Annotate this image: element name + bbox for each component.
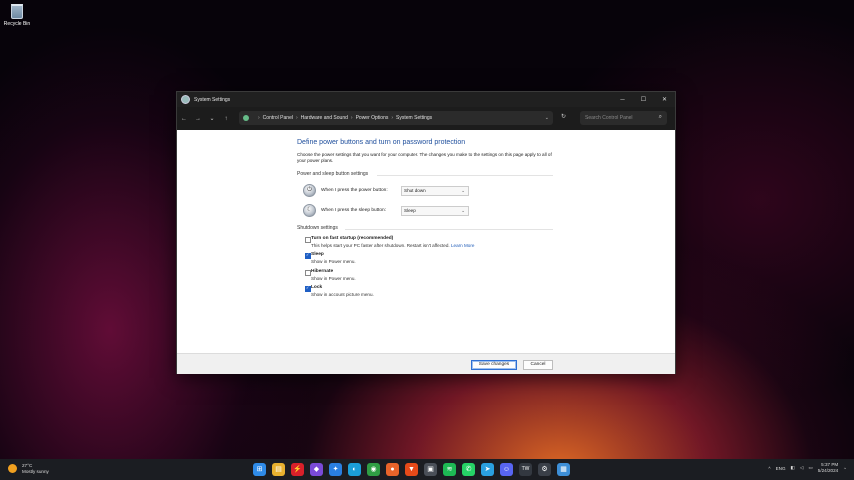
page-description: Choose the power settings that you want … [297, 152, 552, 164]
tray-overflow-icon[interactable]: ^ [768, 466, 770, 471]
system-tray: ^ ENG ◧ ◁ ▭ 5:37 PM 5/24/2024 ◔ [768, 462, 846, 474]
shutdown-section-title: Shutdown settings [297, 225, 338, 231]
firefox-icon[interactable]: ● [386, 463, 399, 476]
power-button-value: Shut down [404, 187, 426, 193]
breadcrumb-separator: › [350, 115, 353, 121]
recycle-bin-label: Recycle Bin [3, 21, 31, 27]
fast-startup-label: Turn on fast startup (recommended) [311, 236, 394, 241]
clock-date: 5/24/2024 [817, 468, 839, 473]
sleep-button-label: When I press the sleep button: [321, 208, 387, 213]
taskbar: 27°C Mostly sunny ⊞ ▤ ⚡ ◆ ✦ ◐ ◉ ● ▼ ▣ ≋ ✆ ➤ ☺ TW ⚙ ▦ ^ E… [0, 459, 854, 480]
system-settings-window: System Settings ─ ☐ ✕ ← → ⌄ ↑ › Control … [176, 91, 676, 374]
start-icon[interactable]: ⊞ [253, 463, 266, 476]
sleep-button-value: Sleep [404, 207, 416, 213]
telegram-icon[interactable]: ➤ [481, 463, 494, 476]
search-icon: ⌕ [658, 114, 662, 120]
hibernate-label: Hibernate [311, 269, 334, 274]
divider [377, 175, 553, 176]
taskbar-apps: ⊞ ▤ ⚡ ◆ ✦ ◐ ◉ ● ▼ ▣ ≋ ✆ ➤ ☺ TW ⚙ ▦ [253, 463, 570, 476]
shutdown-section: Shutdown settings [297, 225, 553, 231]
content-area: Define power buttons and turn on passwor… [177, 130, 675, 353]
breadcrumb-power-options[interactable]: Power Options [356, 115, 389, 121]
sleep-label: Sleep [311, 252, 324, 257]
recycle-bin[interactable]: Recycle Bin [2, 4, 32, 27]
search-placeholder: Search Control Panel [585, 115, 633, 121]
app-tw-icon[interactable]: TW [519, 463, 532, 476]
sleep-button-row: ☾ When I press the sleep button: Sleep ⌄ [303, 204, 469, 217]
control-panel-icon [243, 115, 249, 121]
clock[interactable]: 5:37 PM 5/24/2024 [818, 462, 838, 474]
language-indicator[interactable]: ENG [776, 466, 786, 471]
save-changes-button[interactable]: Save changes [471, 360, 517, 370]
recycle-bin-icon [11, 4, 23, 19]
maximize-button[interactable]: ☐ [633, 96, 654, 103]
minimize-button[interactable]: ─ [612, 97, 633, 103]
power-button-icon: ⏻ [303, 184, 316, 197]
breadcrumb-separator: › [258, 115, 260, 121]
battery-icon[interactable]: ▭ [808, 465, 812, 471]
footer-bar: Save changes Cancel [177, 353, 675, 374]
brave-icon[interactable]: ▼ [405, 463, 418, 476]
sleep-button-dropdown[interactable]: Sleep ⌄ [401, 205, 469, 216]
power-section: Power and sleep button settings [297, 171, 553, 177]
app-blue-icon[interactable]: ✦ [329, 463, 342, 476]
chrome-icon[interactable]: ◉ [367, 463, 380, 476]
breadcrumb-control-panel[interactable]: Control Panel [263, 115, 293, 121]
power-button-dropdown[interactable]: Shut down ⌄ [401, 185, 469, 196]
discord-icon[interactable]: ☺ [500, 463, 513, 476]
network-icon[interactable]: ◧ [791, 465, 795, 471]
notification-icon[interactable]: ◔ [843, 466, 846, 471]
refresh-icon[interactable]: ↻ [561, 113, 566, 120]
app-red-icon[interactable]: ⚡ [291, 463, 304, 476]
app-dark-icon[interactable]: ▣ [424, 463, 437, 476]
app-gear-icon[interactable]: ⚙ [538, 463, 551, 476]
breadcrumb-system-settings[interactable]: System Settings [396, 115, 432, 121]
control-panel-icon[interactable]: ▦ [557, 463, 570, 476]
fast-startup-description: This helps start your PC faster after sh… [311, 243, 475, 248]
hibernate-description: Show in Power menu. [311, 276, 356, 281]
power-button-label: When I press the power button: [321, 188, 388, 193]
learn-more-link[interactable]: Learn More [451, 243, 475, 248]
forward-arrow-icon[interactable]: → [191, 116, 205, 122]
back-arrow-icon[interactable]: ← [177, 116, 191, 122]
sun-icon [8, 464, 17, 473]
control-panel-app-icon [181, 95, 190, 104]
breadcrumb-separator: › [391, 115, 394, 121]
breadcrumb[interactable]: › Control Panel › Hardware and Sound › P… [239, 111, 553, 125]
up-arrow-icon[interactable]: ↑ [219, 116, 233, 122]
spotify-icon[interactable]: ≋ [443, 463, 456, 476]
sleep-button-icon: ☾ [303, 204, 316, 217]
app-purple-icon[interactable]: ◆ [310, 463, 323, 476]
recent-locations-icon[interactable]: ⌄ [205, 115, 219, 122]
page-title: Define power buttons and turn on passwor… [297, 139, 466, 146]
edge-icon[interactable]: ◐ [348, 463, 361, 476]
breadcrumb-separator: › [295, 115, 298, 121]
chevron-down-icon: ⌄ [461, 187, 465, 193]
lock-description: Show in account picture menu. [311, 292, 374, 297]
power-button-row: ⏻ When I press the power button: Shut do… [303, 184, 469, 197]
file-explorer-icon[interactable]: ▤ [272, 463, 285, 476]
weather-description: Mostly sunny [22, 468, 49, 474]
breadcrumb-hardware-and-sound[interactable]: Hardware and Sound [301, 115, 348, 121]
power-section-title: Power and sleep button settings [297, 171, 369, 177]
address-dropdown-icon[interactable]: ⌄ [545, 115, 549, 121]
chevron-down-icon: ⌄ [461, 207, 465, 213]
divider [345, 229, 553, 230]
search-input[interactable]: Search Control Panel ⌕ [580, 111, 667, 125]
whatsapp-icon[interactable]: ✆ [462, 463, 475, 476]
cancel-button[interactable]: Cancel [523, 360, 553, 370]
window-title: System Settings [194, 96, 231, 103]
title-bar: System Settings ─ ☐ ✕ [177, 92, 675, 107]
sleep-description: Show in Power menu. [311, 259, 356, 264]
volume-icon[interactable]: ◁ [800, 465, 804, 471]
lock-label: Lock [311, 285, 323, 290]
close-button[interactable]: ✕ [654, 96, 675, 103]
